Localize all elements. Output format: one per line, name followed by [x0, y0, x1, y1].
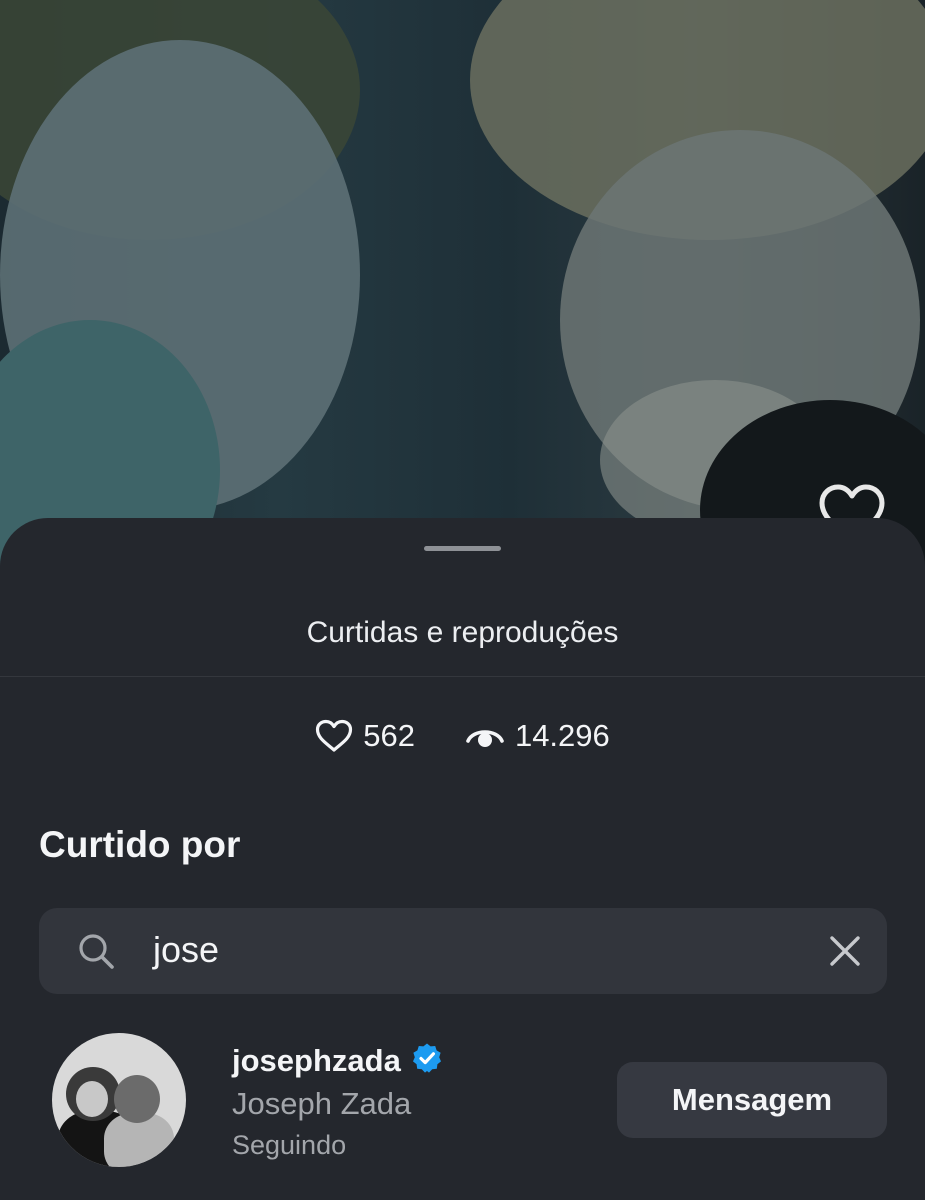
username-line: josephzada: [232, 1042, 443, 1079]
search-input[interactable]: jose: [153, 929, 219, 971]
verified-badge-icon: [411, 1042, 443, 1079]
search-field[interactable]: jose: [39, 908, 887, 994]
sheet-title: Curtidas e reproduções: [306, 616, 619, 649]
divider: [0, 676, 925, 677]
full-name: Joseph Zada: [232, 1086, 412, 1121]
likes-bottom-sheet: Curtidas e reproduções 562 14.296 Curtid…: [0, 518, 925, 1200]
message-button[interactable]: Mensagem: [617, 1062, 887, 1138]
search-icon: [77, 932, 115, 975]
list-item[interactable]: josephzada Joseph Zada Seguindo Mensagem: [0, 1030, 925, 1170]
username[interactable]: josephzada: [232, 1043, 401, 1079]
sheet-drag-handle[interactable]: [424, 546, 501, 551]
heart-icon: [315, 719, 353, 753]
views-count: 14.296: [514, 718, 610, 753]
video-background: [0, 0, 925, 600]
views-stat: 14.296: [465, 718, 610, 754]
eye-icon: [465, 721, 505, 751]
likes-count: 562: [363, 718, 415, 753]
follow-status: Seguindo: [232, 1130, 347, 1160]
stats-row: 562 14.296: [0, 714, 925, 758]
avatar-detail: [76, 1081, 108, 1117]
liked-by-heading: Curtido por: [39, 824, 241, 865]
close-icon[interactable]: [828, 934, 862, 973]
avatar-detail: [114, 1075, 160, 1123]
avatar[interactable]: [52, 1033, 186, 1167]
likes-stat: 562: [315, 718, 415, 754]
